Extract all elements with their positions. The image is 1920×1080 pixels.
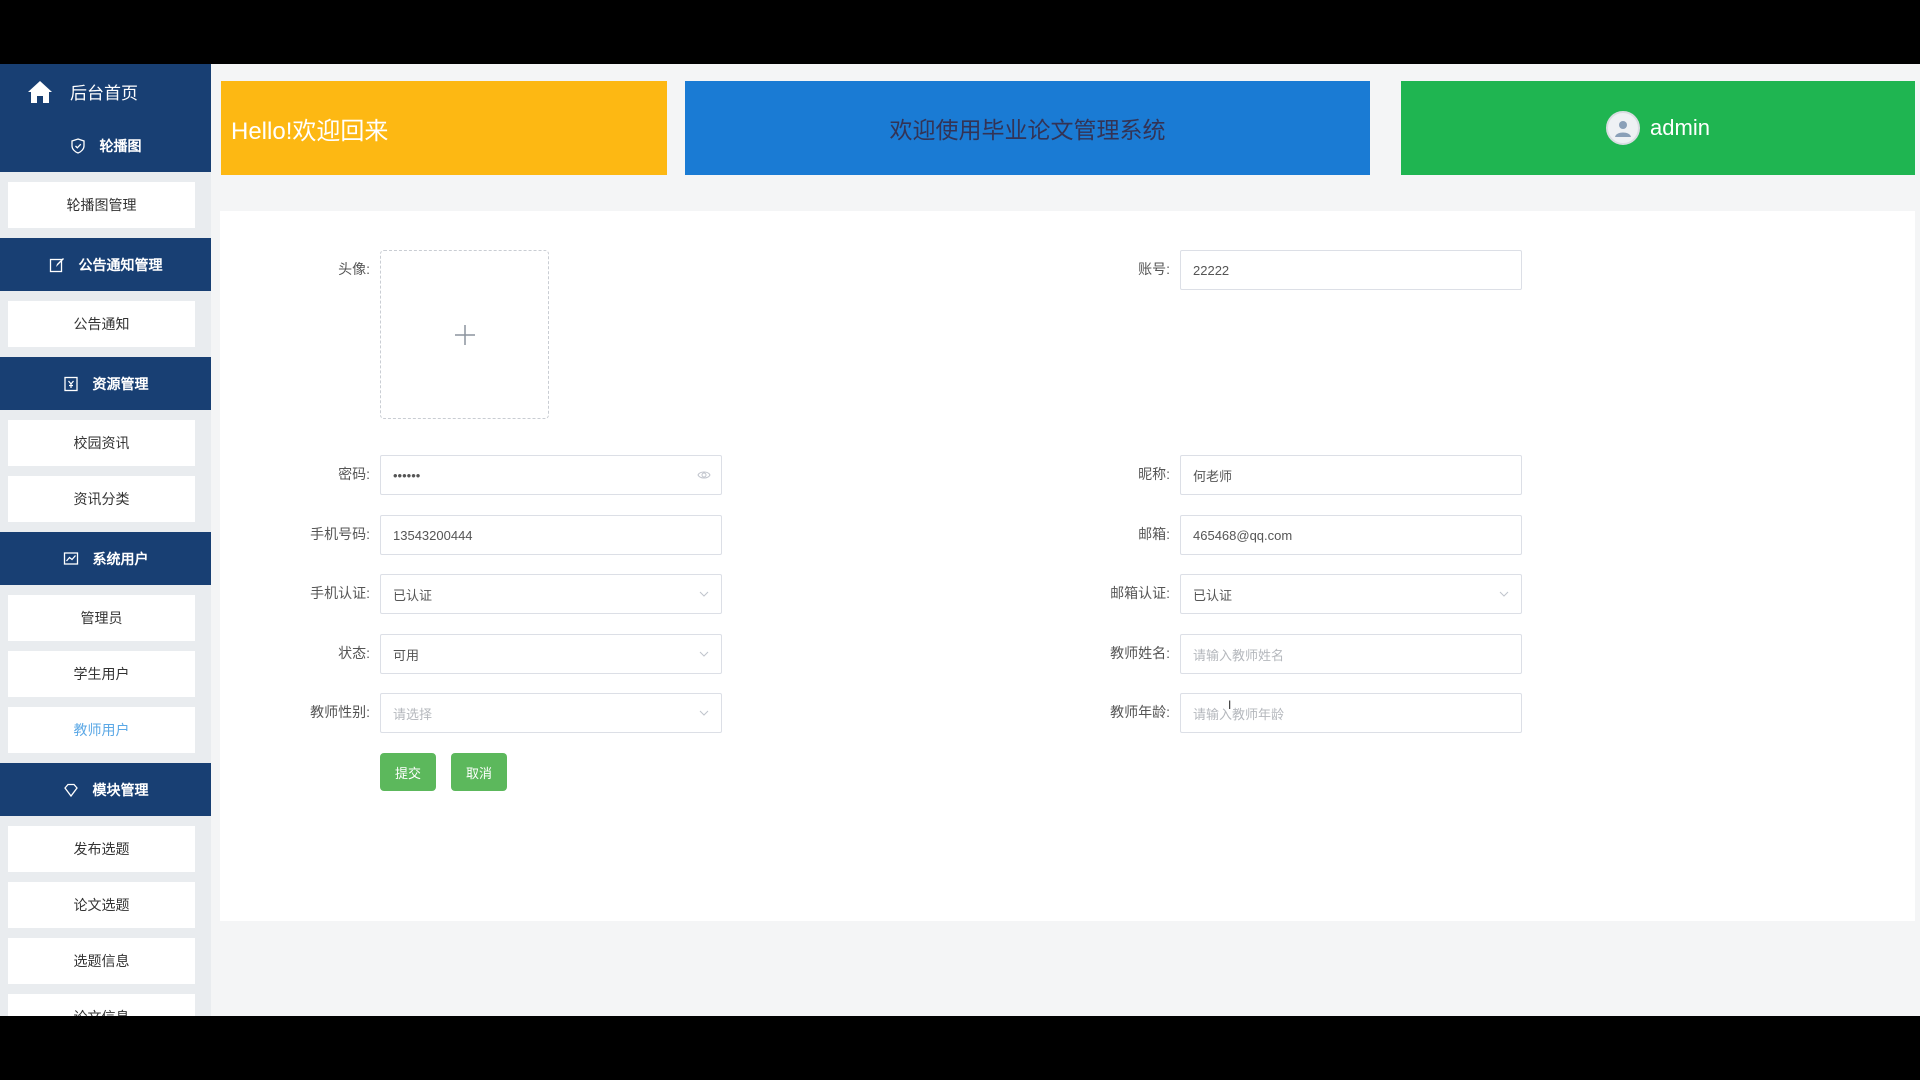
phone-input[interactable]: 13543200444 [380, 515, 722, 555]
teacher-gender-label: 教师性别: [310, 704, 370, 720]
sidebar-item-publish-topic[interactable]: 发布选题 [8, 826, 195, 872]
teacher-edit-form: 头像: 账号: 22222 密码: •••••• 昵称: 何老师 手机号码: 1… [220, 211, 1915, 921]
shield-icon [70, 137, 86, 154]
hello-card: Hello!欢迎回来 [221, 81, 667, 175]
teacher-name-label: 教师姓名: [1110, 645, 1170, 661]
password-label: 密码: [338, 466, 370, 482]
teacher-age-label: 教师年龄: [1110, 704, 1170, 720]
nickname-input[interactable]: 何老师 [1180, 455, 1522, 495]
home-icon [28, 80, 52, 103]
account-value: 22222 [1193, 262, 1230, 278]
teacher-gender-placeholder: 请选择 [393, 706, 433, 722]
app-window: 后台首页 轮播图 轮播图管理 公告通知管理 公告通知 资源管理 校园资讯 资讯分… [0, 64, 1920, 1016]
teacher-age-placeholder: 请输入教师年龄 [1193, 706, 1285, 722]
sidebar-section-carousel[interactable]: 轮播图 [0, 119, 211, 172]
submit-button[interactable]: 提交 [380, 753, 436, 791]
sidebar-item-thesis-info[interactable]: 论文信息 [8, 994, 195, 1016]
teacher-name-placeholder: 请输入教师姓名 [1193, 647, 1285, 663]
email-input[interactable]: 465468@qq.com [1180, 515, 1522, 555]
status-select[interactable]: 可用 [380, 634, 722, 674]
chevron-down-icon [697, 647, 711, 661]
sidebar-section-label: 公告通知管理 [78, 256, 163, 273]
cancel-button[interactable]: 取消 [451, 753, 507, 791]
sidebar-item-news-category[interactable]: 资讯分类 [8, 476, 195, 522]
phone-verify-label: 手机认证: [310, 585, 370, 601]
status-value: 可用 [393, 647, 420, 663]
chevron-down-icon [1497, 587, 1511, 601]
chevron-down-icon [697, 706, 711, 720]
sidebar-item-teacher-users[interactable]: 教师用户 [8, 707, 195, 753]
user-card[interactable]: admin [1401, 81, 1915, 175]
phone-verify-value: 已认证 [393, 587, 433, 603]
phone-label: 手机号码: [310, 526, 370, 542]
sidebar-section-modules[interactable]: 模块管理 [0, 763, 211, 816]
sidebar-section-system-users[interactable]: 系统用户 [0, 532, 211, 585]
sidebar-item-student-users[interactable]: 学生用户 [8, 651, 195, 697]
sidebar-section-label: 系统用户 [92, 550, 149, 567]
email-value: 465468@qq.com [1193, 527, 1293, 543]
diamond-icon [63, 782, 79, 798]
sidebar-item-notice[interactable]: 公告通知 [8, 301, 195, 347]
sidebar-section-label: 资源管理 [92, 375, 149, 392]
sidebar-section-notice[interactable]: 公告通知管理 [0, 238, 211, 291]
account-input[interactable]: 22222 [1180, 250, 1522, 290]
status-label: 状态: [338, 645, 370, 661]
sidebar-section-label: 模块管理 [92, 781, 149, 798]
email-verify-label: 邮箱认证: [1110, 585, 1170, 601]
sidebar-item-thesis-topic[interactable]: 论文选题 [8, 882, 195, 928]
avatar-label: 头像: [338, 261, 370, 277]
teacher-gender-select[interactable]: 请选择 [380, 693, 722, 733]
hello-text: Hello!欢迎回来 [231, 117, 389, 145]
account-label: 账号: [1138, 261, 1170, 277]
email-verify-value: 已认证 [1193, 587, 1233, 603]
password-input[interactable]: •••••• [380, 455, 722, 495]
chart-icon [63, 551, 79, 567]
email-verify-select[interactable]: 已认证 [1180, 574, 1522, 614]
avatar-icon [1606, 111, 1641, 145]
resource-icon [63, 376, 79, 392]
nickname-value: 何老师 [1193, 468, 1233, 484]
sidebar: 后台首页 轮播图 轮播图管理 公告通知管理 公告通知 资源管理 校园资讯 资讯分… [0, 64, 211, 1016]
sidebar-home[interactable]: 后台首页 [0, 64, 211, 119]
sidebar-item-carousel-manage[interactable]: 轮播图管理 [8, 182, 195, 228]
welcome-card: 欢迎使用毕业论文管理系统 [685, 81, 1370, 175]
sidebar-home-label: 后台首页 [70, 84, 138, 103]
username: admin [1650, 115, 1710, 140]
password-value: •••••• [393, 467, 421, 483]
chevron-down-icon [697, 587, 711, 601]
phone-value: 13543200444 [393, 527, 473, 543]
avatar-uploader[interactable] [380, 250, 549, 419]
plus-icon [454, 324, 475, 345]
sidebar-section-resource[interactable]: 资源管理 [0, 357, 211, 410]
nickname-label: 昵称: [1138, 466, 1170, 482]
email-label: 邮箱: [1138, 526, 1170, 542]
welcome-text: 欢迎使用毕业论文管理系统 [889, 117, 1166, 143]
eye-icon[interactable] [697, 468, 711, 482]
text-cursor-icon: I [1228, 698, 1232, 712]
teacher-name-input[interactable]: 请输入教师姓名 [1180, 634, 1522, 674]
sidebar-item-campus-news[interactable]: 校园资讯 [8, 420, 195, 466]
sidebar-item-topic-info[interactable]: 选题信息 [8, 938, 195, 984]
sidebar-section-label: 轮播图 [99, 137, 142, 154]
phone-verify-select[interactable]: 已认证 [380, 574, 722, 614]
sidebar-item-admin[interactable]: 管理员 [8, 595, 195, 641]
edit-icon [49, 257, 65, 273]
